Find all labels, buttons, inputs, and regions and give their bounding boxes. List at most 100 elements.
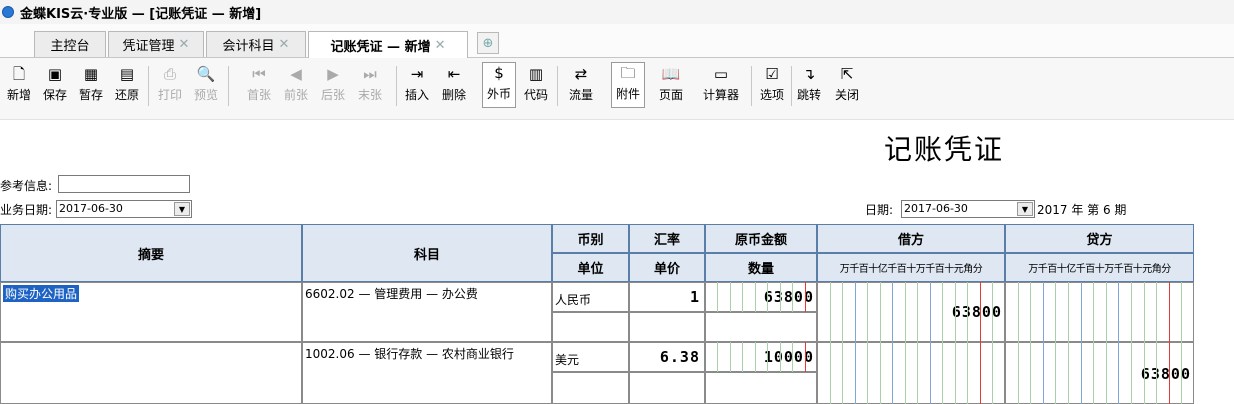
attachment-icon: 🗀 bbox=[620, 64, 636, 82]
header-unit: 单位 bbox=[552, 253, 629, 282]
digit-column-line bbox=[804, 282, 806, 312]
digit-column-line bbox=[892, 282, 894, 404]
digit-column-line bbox=[904, 282, 906, 404]
date-picker[interactable]: 2017-06-30 ▼ bbox=[901, 200, 1035, 218]
jump-button[interactable]: ↴ 跳转 bbox=[794, 64, 824, 108]
tab-label: 凭证管理 bbox=[122, 39, 175, 54]
header-summary: 摘要 bbox=[0, 224, 302, 282]
calculator-button[interactable]: ▭ 计算器 bbox=[697, 64, 745, 108]
preview-button[interactable]: 🔍 预览 bbox=[191, 64, 221, 108]
temp-save-button[interactable]: ▦ 暂存 bbox=[76, 64, 106, 108]
digit-column-line bbox=[1068, 282, 1069, 404]
restore-button[interactable]: ▤ 还原 bbox=[112, 64, 142, 108]
preview-icon: 🔍 bbox=[196, 65, 216, 83]
tab-voucher-management[interactable]: 凭证管理 ✕ bbox=[108, 31, 204, 57]
row2-quantity-cell[interactable] bbox=[705, 372, 817, 404]
add-tab-icon[interactable]: ⊕ bbox=[477, 32, 499, 54]
attachment-button[interactable]: 🗀 附件 bbox=[611, 62, 645, 108]
row1-summary-cell[interactable]: 购买办公用品 bbox=[0, 282, 302, 342]
row2-debit-cell[interactable] bbox=[817, 342, 1005, 404]
digit-column-line bbox=[767, 342, 769, 372]
digit-column-line bbox=[742, 342, 744, 372]
row2-account-cell[interactable]: 1002.06 — 银行存款 — 农村商业银行 bbox=[302, 342, 552, 404]
digit-column-line bbox=[1055, 282, 1057, 404]
digit-column-line bbox=[1017, 282, 1019, 404]
header-currency: 币别 bbox=[552, 224, 629, 253]
digit-column-line bbox=[1143, 282, 1145, 404]
digit-column-line bbox=[742, 282, 744, 312]
header-rate: 汇率 bbox=[629, 224, 705, 253]
page-button[interactable]: 📖 页面 bbox=[656, 64, 686, 108]
row1-unit-cell[interactable] bbox=[552, 312, 629, 342]
digit-column-line bbox=[717, 342, 719, 372]
first-button[interactable]: ⏮ 首张 bbox=[244, 64, 274, 108]
voucher-grid: 摘要 科目 币别 单位 汇率 单价 原币金额 数量 借方 贷方 万千百十亿千百十… bbox=[0, 224, 1234, 404]
app-icon bbox=[2, 6, 14, 18]
close-button[interactable]: ⇱ 关闭 bbox=[832, 64, 862, 108]
save-button[interactable]: ▣ 保存 bbox=[40, 64, 70, 108]
digit-column-line bbox=[992, 282, 994, 404]
digit-column-line bbox=[917, 282, 919, 404]
tab-main-console[interactable]: 主控台 bbox=[34, 31, 106, 57]
tab-accounts[interactable]: 会计科目 ✕ bbox=[206, 31, 306, 57]
ref-info-input[interactable] bbox=[58, 175, 190, 193]
window-title: 金蝶KIS云·专业版 — [记账凭证 — 新增] bbox=[20, 6, 262, 22]
cashflow-icon: ⇄ bbox=[574, 65, 588, 83]
header-debit: 借方 bbox=[817, 224, 1005, 253]
code-button[interactable]: ▥ 代码 bbox=[521, 64, 551, 108]
insert-row-button[interactable]: ⇥ 插入 bbox=[402, 64, 432, 108]
digit-column-line bbox=[754, 282, 756, 312]
toolbar-divider bbox=[228, 66, 229, 106]
options-icon: ☑ bbox=[765, 65, 779, 83]
toolbar-divider bbox=[396, 66, 397, 106]
delete-row-button[interactable]: ⇤ 删除 bbox=[439, 64, 469, 108]
toolbar-divider bbox=[557, 66, 558, 106]
row1-rate-cell[interactable]: 1 bbox=[629, 282, 705, 312]
tab-voucher-new[interactable]: 记账凭证 — 新增 ✕ bbox=[308, 31, 468, 58]
row1-credit-cell[interactable] bbox=[1005, 282, 1194, 342]
row1-currency-cell[interactable]: 人民币 bbox=[552, 282, 629, 312]
close-tab-icon[interactable]: ✕ bbox=[435, 38, 446, 53]
credit-digit-header: 万千百十亿千百十万千百十元角分 bbox=[1005, 253, 1194, 282]
print-button[interactable]: ⎙ 打印 bbox=[155, 64, 185, 108]
row2-summary-cell[interactable] bbox=[0, 342, 302, 404]
cashflow-button[interactable]: ⇄ 流量 bbox=[566, 64, 596, 108]
digit-column-line bbox=[879, 282, 881, 404]
row1-quantity-cell[interactable] bbox=[705, 312, 817, 342]
close-tab-icon[interactable]: ✕ bbox=[179, 37, 190, 52]
new-button[interactable]: 🗋 新增 bbox=[4, 64, 34, 108]
jump-icon: ↴ bbox=[802, 65, 816, 83]
digit-column-line bbox=[729, 342, 731, 372]
row2-price-cell[interactable] bbox=[629, 372, 705, 404]
next-button[interactable]: ▶ 后张 bbox=[318, 64, 348, 108]
biz-date-label: 业务日期: bbox=[0, 203, 53, 217]
row2-credit-cell[interactable]: 63800 bbox=[1005, 342, 1194, 404]
close-tab-icon[interactable]: ✕ bbox=[279, 37, 290, 52]
row1-debit-text: 63800 bbox=[951, 303, 1002, 321]
chevron-down-icon[interactable]: ▼ bbox=[1017, 202, 1033, 216]
row2-orig-cell[interactable]: 10000 bbox=[705, 342, 817, 372]
biz-date-picker[interactable]: 2017-06-30 ▼ bbox=[56, 200, 192, 218]
options-button[interactable]: ☑ 选项 bbox=[757, 64, 787, 108]
row2-rate-text: 6.38 bbox=[659, 348, 700, 366]
digit-column-line bbox=[867, 282, 869, 404]
chevron-down-icon[interactable]: ▼ bbox=[174, 202, 190, 216]
header-account: 科目 bbox=[302, 224, 552, 282]
digit-column-line bbox=[1093, 282, 1095, 404]
calculator-icon: ▭ bbox=[713, 65, 729, 83]
row1-price-cell[interactable] bbox=[629, 312, 705, 342]
digit-column-line bbox=[792, 342, 794, 372]
row1-orig-cell[interactable]: 63800 bbox=[705, 282, 817, 312]
row1-debit-cell[interactable]: 63800 bbox=[817, 282, 1005, 342]
digit-column-line bbox=[929, 282, 931, 404]
prev-button[interactable]: ◀ 前张 bbox=[281, 64, 311, 108]
row1-orig-text: 63800 bbox=[763, 288, 814, 306]
toolbar: 🗋 新增 ▣ 保存 ▦ 暂存 ▤ 还原 ⎙ 打印 🔍 预览 ⏮ 首张 ◀ 前张 ▶ 后张 ⏭ 末张 … bbox=[0, 58, 1234, 120]
foreign-currency-button[interactable]: $ 外币 bbox=[482, 62, 516, 108]
row1-account-cell[interactable]: 6602.02 — 管理费用 — 办公费 bbox=[302, 282, 552, 342]
row2-rate-cell[interactable]: 6.38 bbox=[629, 342, 705, 372]
row2-currency-cell[interactable]: 美元 bbox=[552, 342, 629, 372]
row2-unit-cell[interactable] bbox=[552, 372, 629, 404]
title-bar: 金蝶KIS云·专业版 — [记账凭证 — 新增] bbox=[0, 0, 1234, 24]
last-button[interactable]: ⏭ 末张 bbox=[355, 64, 385, 108]
